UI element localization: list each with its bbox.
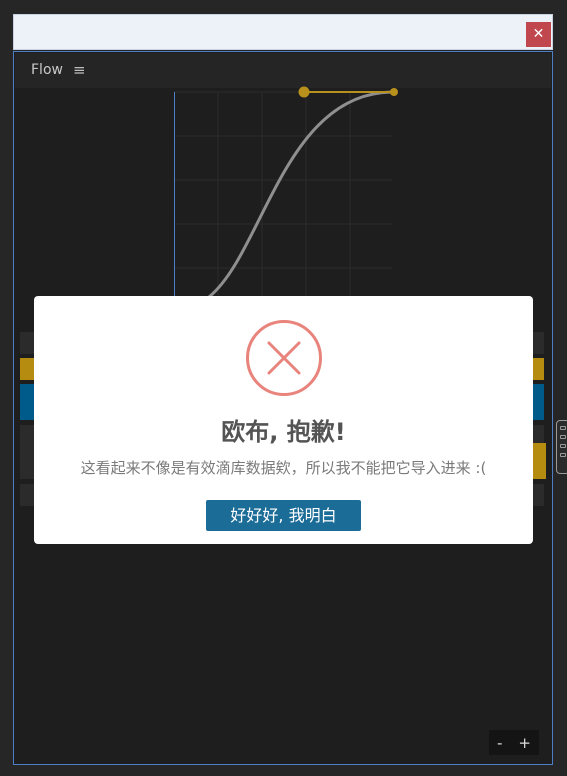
error-dialog: 欧布, 抱歉! 这看起来不像是有效滴库数据欸，所以我不能把它导入进来 :( 好好…	[34, 296, 533, 544]
grip-icon	[560, 453, 566, 457]
grip-icon	[560, 426, 566, 430]
window-titlebar: ✕	[13, 14, 553, 50]
dialog-message: 这看起来不像是有效滴库数据欸，所以我不能把它导入进来 :(	[80, 459, 487, 477]
zoom-in-button[interactable]: +	[518, 734, 531, 752]
curve-end-point	[390, 88, 398, 96]
grip-icon	[560, 435, 566, 439]
control-handle-point	[298, 86, 310, 98]
dialog-title: 欧布, 抱歉!	[221, 418, 346, 446]
zoom-controls: - +	[489, 730, 539, 755]
grip-icon	[560, 444, 566, 448]
zoom-out-button[interactable]: -	[497, 734, 502, 752]
error-x-icon	[246, 320, 322, 396]
close-button[interactable]: ✕	[526, 22, 551, 47]
curve-grid	[174, 91, 392, 297]
side-drag-handle[interactable]	[556, 420, 567, 474]
confirm-button[interactable]: 好好好, 我明白	[206, 500, 361, 531]
easing-curve	[208, 90, 395, 299]
